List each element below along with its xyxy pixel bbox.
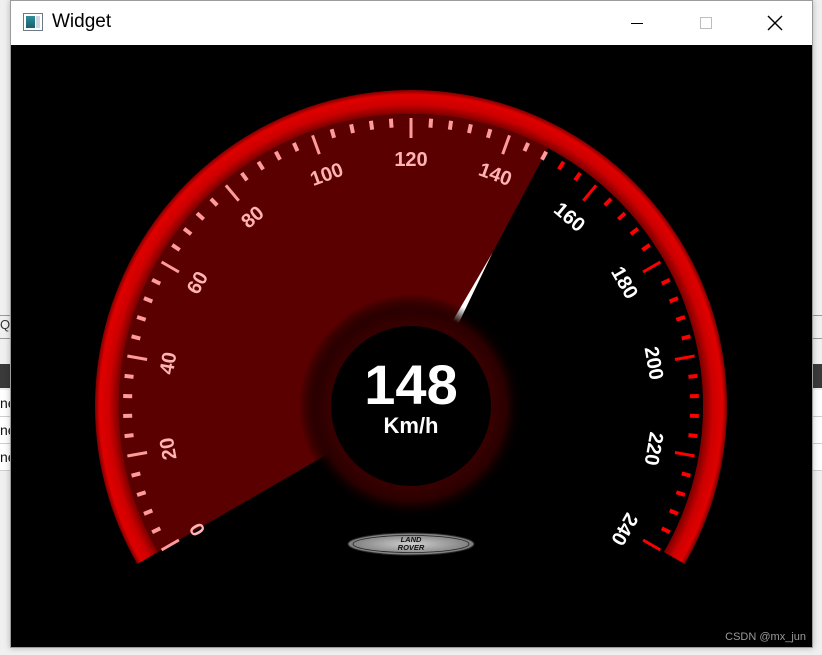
gauge-canvas: 0 20 40 60 80 100 120 140 160 180 200 220 240 148 Km…	[11, 45, 812, 647]
major-tick	[582, 184, 598, 202]
minor-tick	[660, 526, 671, 535]
minor-tick	[136, 315, 147, 322]
minor-tick	[603, 197, 613, 207]
minor-tick	[641, 243, 651, 252]
minimize-button[interactable]	[614, 1, 660, 45]
major-tick	[674, 354, 695, 361]
minor-tick	[668, 508, 679, 516]
minor-tick	[124, 433, 134, 439]
minor-tick	[629, 227, 640, 236]
minor-tick	[428, 118, 434, 128]
minor-tick	[329, 128, 337, 139]
maximize-icon	[700, 17, 712, 29]
minor-tick	[447, 120, 454, 130]
bg-fragment: Q	[0, 317, 11, 332]
close-icon	[767, 15, 783, 31]
tick-label: 180	[606, 263, 642, 303]
minor-tick	[688, 433, 698, 439]
minor-tick	[675, 315, 686, 322]
minor-tick	[688, 373, 698, 379]
tick-label: 160	[549, 198, 589, 236]
minor-tick	[675, 490, 686, 497]
minor-tick	[616, 211, 627, 221]
minor-tick	[681, 471, 691, 478]
minor-tick	[388, 118, 394, 128]
tick-label: 200	[640, 345, 667, 382]
maximize-button[interactable]	[683, 1, 729, 45]
logo-text-bottom: ROVER	[398, 543, 425, 552]
tick-label: 120	[394, 149, 427, 171]
major-tick	[674, 451, 695, 458]
minor-tick	[573, 171, 582, 182]
tick-label: 240	[606, 509, 642, 549]
minor-tick	[660, 277, 671, 286]
minor-tick	[467, 123, 473, 134]
tick-label: 20	[156, 436, 182, 462]
minor-tick	[681, 334, 691, 341]
speed-unit: Km/h	[384, 413, 439, 438]
window-title: Widget	[52, 11, 112, 32]
minimize-icon	[631, 22, 643, 24]
minor-tick	[668, 296, 679, 304]
app-window-icon	[23, 13, 43, 31]
minor-tick	[124, 373, 134, 379]
minor-tick	[485, 128, 493, 139]
tick-label: 40	[156, 350, 182, 376]
speedometer: 020406080100 120 140160180200220240 148 Km…	[95, 89, 727, 564]
title-bar[interactable]: Widget	[11, 1, 812, 45]
minor-tick	[131, 334, 141, 341]
major-tick	[642, 538, 662, 552]
tick-label: 220	[640, 430, 667, 467]
speed-readout: 148	[364, 353, 457, 416]
minor-tick	[131, 471, 141, 478]
minor-tick	[368, 120, 375, 130]
major-tick	[642, 260, 662, 274]
minor-tick	[349, 123, 355, 134]
land-rover-logo: LAND ROVER	[347, 532, 475, 556]
watermark: CSDN @mx_jun	[725, 631, 806, 643]
minor-tick	[136, 490, 147, 497]
minor-tick	[557, 160, 566, 171]
close-button[interactable]	[752, 1, 798, 45]
widget-window: Widget 0 20 40 60 80 100 120 140 160 180…	[10, 0, 813, 648]
